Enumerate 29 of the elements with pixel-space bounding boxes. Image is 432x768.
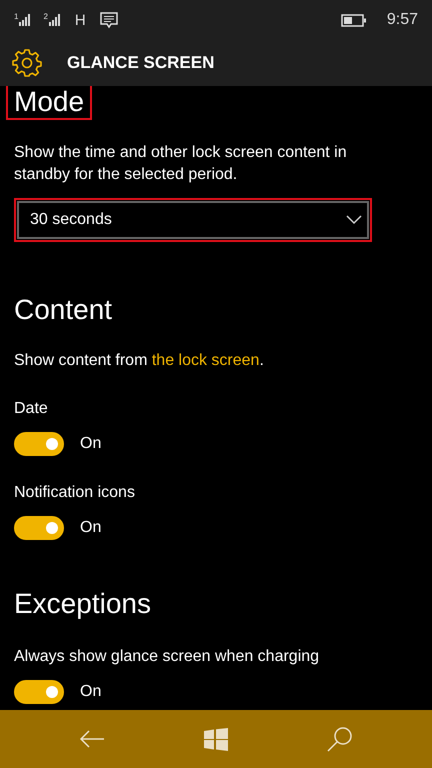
- setting-label: Always show glance screen when charging: [14, 647, 320, 667]
- setting-label: Notification icons: [14, 483, 136, 503]
- lock-screen-link[interactable]: the lock screen: [152, 352, 260, 369]
- battery-icon: [340, 14, 367, 26]
- setting-label: Date: [14, 399, 49, 419]
- toggle-state: On: [80, 519, 102, 537]
- page-title: GLANCE SCREEN: [67, 53, 214, 73]
- network-type: H: [74, 12, 86, 28]
- period-dropdown[interactable]: 30 seconds: [14, 198, 372, 242]
- sim-number: 2: [43, 12, 48, 21]
- section-heading: Content: [13, 294, 114, 326]
- sim-number: 1: [14, 12, 18, 21]
- section-heading: Mode: [8, 86, 90, 118]
- settings-icon: [12, 48, 42, 78]
- signal-icon: [48, 14, 63, 26]
- toggle-state: On: [80, 435, 102, 453]
- toggle-switch[interactable]: [14, 432, 64, 456]
- description: Show the time and other lock screen content in standby for the selected period.: [14, 143, 348, 185]
- toggle-switch[interactable]: [14, 516, 64, 540]
- section-heading: Exceptions: [13, 588, 152, 620]
- chevron-down-icon: [346, 215, 362, 225]
- description: Show content from the lock screen.: [14, 351, 265, 371]
- back-icon[interactable]: [79, 729, 106, 749]
- clock: 9:57: [386, 11, 418, 29]
- toggle-state: On: [80, 683, 102, 701]
- windows-icon[interactable]: [204, 728, 228, 750]
- toggle-switch[interactable]: [14, 680, 64, 704]
- message-icon: [100, 12, 118, 28]
- search-icon[interactable]: [326, 726, 353, 752]
